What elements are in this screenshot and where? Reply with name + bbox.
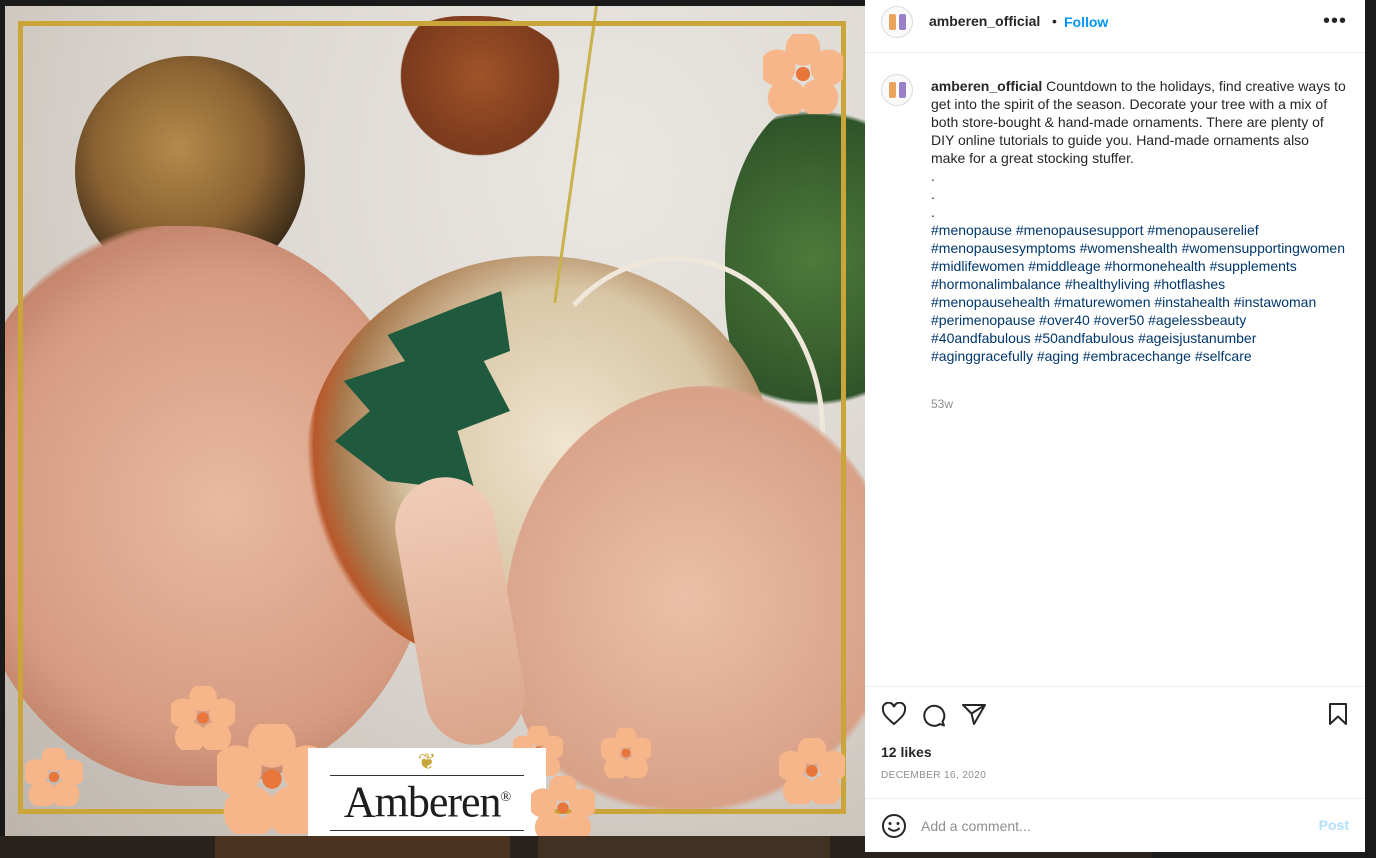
post-details-panel: amberen_official • Follow ••• amberen_of… [865,0,1365,852]
comment-bar: Post [865,798,1365,853]
heart-icon[interactable] [881,702,907,726]
caption-username-link[interactable]: amberen_official [931,78,1042,94]
username-link[interactable]: amberen_official [929,13,1040,29]
post-header: amberen_official • Follow ••• [865,0,1365,53]
overlay-edge [1365,0,1376,858]
smiley-icon[interactable] [881,813,907,839]
caption-text: Countdown to the holidays, find creative… [931,78,1346,220]
post-image[interactable]: ❦ Amberen® [5,6,865,836]
avatar-product-purple [899,82,906,98]
post-date[interactable]: DECEMBER 16, 2020 [881,770,986,781]
avatar-product-purple [899,14,906,30]
bookmark-icon[interactable] [1327,702,1349,726]
butterfly-icon: ❦ [417,749,437,774]
follow-button[interactable]: Follow [1064,14,1108,30]
comment-input[interactable] [921,815,1291,837]
flower-decoration [531,776,595,836]
hashtag-links[interactable]: #menopause #menopausesupport #menopauser… [931,222,1349,364]
avatar-product-orange [889,82,896,98]
caption-section: amberen_official Countdown to the holida… [865,52,1365,686]
logo-rule [330,775,524,776]
avatar[interactable] [881,74,913,106]
action-bar: 12 likes DECEMBER 16, 2020 [865,686,1365,799]
avatar-product-orange [889,14,896,30]
post-time-ago[interactable]: 53w [931,397,953,411]
backdrop-thumbnail [215,836,510,858]
speech-bubble-icon[interactable] [921,702,947,728]
flower-decoration [779,738,845,804]
backdrop-thumbnail [538,836,830,858]
ellipsis-icon[interactable]: ••• [1323,10,1347,33]
logo-text: Amberen [343,777,502,827]
likes-count[interactable]: 12 likes [881,744,932,760]
paper-plane-icon[interactable] [961,702,987,726]
logo-rule [330,830,524,831]
gold-frame [18,21,846,814]
flower-decoration [601,728,651,778]
post-comment-button[interactable]: Post [1319,817,1349,833]
caption-text-block: amberen_official Countdown to the holida… [931,77,1347,365]
separator-dot: • [1052,13,1057,29]
flower-decoration [25,748,83,806]
registered-mark: ® [500,790,512,805]
flower-decoration [763,34,843,114]
amberen-logo: ❦ Amberen® [308,748,546,836]
avatar[interactable] [881,6,913,38]
